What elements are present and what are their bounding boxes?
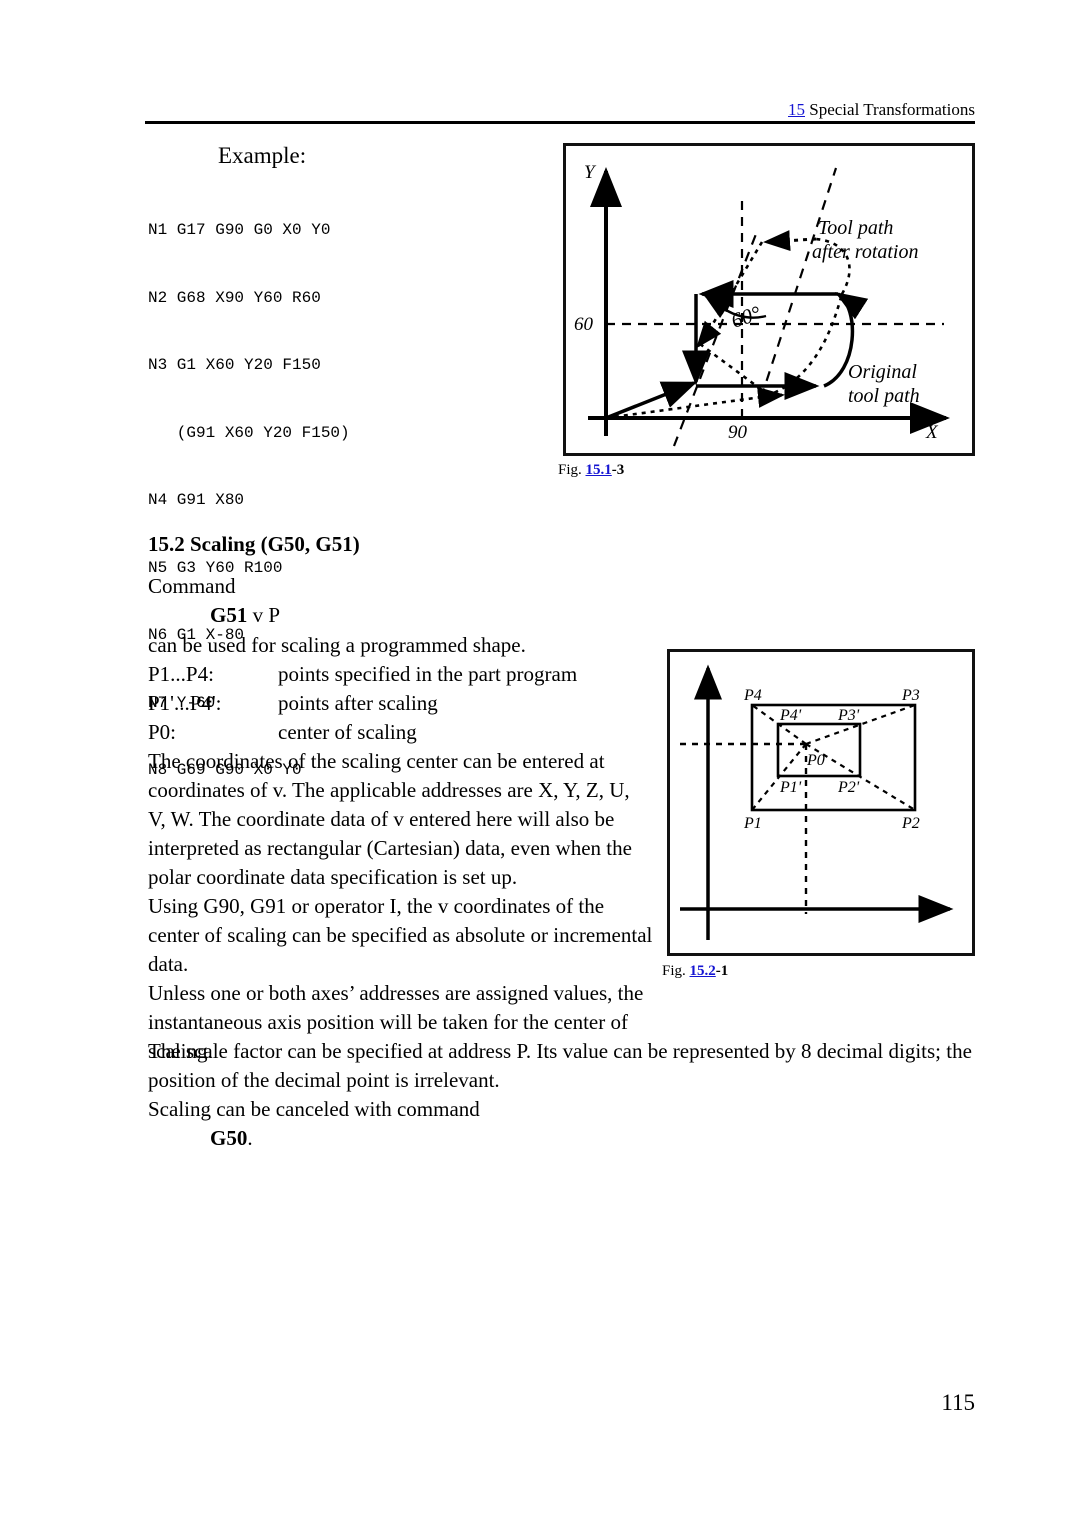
- paragraph-line: instantaneous axis position will be take…: [148, 1010, 628, 1034]
- fig1-annotation-rotated-line2: after rotation: [812, 241, 918, 263]
- command-syntax: G51 v P: [148, 601, 668, 630]
- fig2-label-p1: P1: [743, 815, 762, 832]
- figure1-caption: Fig. 15.1-3: [558, 461, 624, 479]
- code-line: N4 G91 X80: [148, 491, 245, 509]
- example-title: Example:: [218, 143, 307, 168]
- scaling-body-text: can be used for scaling a programmed sha…: [148, 631, 668, 1066]
- definition-row: P1...P4: points specified in the part pro…: [148, 660, 668, 689]
- definition-term: P0:: [148, 720, 177, 744]
- figure2-caption-number: 15.2: [689, 963, 716, 979]
- scale-factor-body-text: The scale factor can be specified at add…: [148, 1037, 978, 1153]
- definition-row: P0: center of scaling: [148, 718, 668, 747]
- figure1-caption-suffix: -3: [611, 462, 625, 478]
- fig1-annotation-original-line2: tool path: [848, 385, 920, 407]
- paragraph-line: polar coordinate data specification is s…: [148, 865, 518, 889]
- figure2-caption-suffix: -1: [715, 963, 729, 979]
- definition-row: P1'...P4': points after scaling: [148, 689, 668, 718]
- code-line: N3 G1 X60 Y20 F150: [148, 356, 321, 374]
- cancel-command: G50.: [148, 1124, 978, 1153]
- rotation-diagram-svg: Y X 60 90 60° Tool path after rotation O…: [574, 162, 950, 447]
- fig1-tick-x-90: 90: [728, 422, 748, 443]
- paragraph-line: data.: [148, 952, 189, 976]
- fig2-label-p2p: P2': [837, 779, 860, 796]
- definition-desc: center of scaling: [278, 720, 417, 744]
- code-line: N2 G68 X90 Y60 R60: [148, 288, 321, 307]
- fig1-y-axis-label: Y: [584, 162, 597, 183]
- figure1-caption-prefix: Fig.: [558, 462, 582, 478]
- paragraph-line: interpreted as rectangular (Cartesian) d…: [148, 836, 632, 860]
- paragraph-line: coordinates of v. The applicable address…: [148, 778, 630, 802]
- fig2-label-p2: P2: [901, 815, 920, 832]
- command-syntax-code: G51: [210, 603, 248, 627]
- header-chapter-number: 15: [788, 100, 805, 119]
- paragraph-line: center of scaling can be specified as ab…: [148, 923, 653, 947]
- code-line: N1 G17 G90 G0 X0 Y0: [148, 221, 331, 239]
- paragraph-line: Unless one or both axes’ addresses are a…: [148, 981, 644, 1005]
- scaling-diagram-svg: P4 P3 P1 P2 P4' P3' P1' P2' P0: [680, 664, 954, 940]
- header-rule: [145, 121, 975, 124]
- fig1-annotation-rotated-line1: Tool path: [818, 217, 893, 239]
- definition-term: P1...P4:: [148, 662, 214, 686]
- cancel-command-period: .: [247, 1126, 253, 1150]
- fig2-label-p0: P0: [806, 752, 825, 769]
- header-chapter-title: Special Transformations: [809, 100, 975, 119]
- fig1-x-axis-label: X: [925, 422, 939, 443]
- definition-desc: points specified in the part program: [278, 662, 578, 686]
- cancel-command-code: G50: [210, 1126, 248, 1150]
- figure1-caption-number: 15.1: [585, 462, 612, 478]
- fig2-label-p3p: P3': [837, 707, 860, 724]
- command-block: Command G51 v P: [148, 572, 668, 630]
- definition-term: P1'...P4':: [148, 691, 222, 715]
- running-header: 15 Special Transformations: [145, 100, 975, 120]
- fig2-label-p1p: P1': [779, 779, 802, 796]
- document-page: 15 Special Transformations Example: N1 G…: [0, 0, 1080, 1525]
- paragraph-line: The coordinates of the scaling center ca…: [148, 749, 605, 773]
- fig1-annotation-original-line1: Original: [848, 361, 917, 383]
- figure2-caption: Fig. 15.2-1: [662, 962, 728, 980]
- fig2-label-p4p: P4': [779, 707, 802, 724]
- scaling-intro-line: can be used for scaling a programmed sha…: [148, 633, 526, 657]
- section-heading: 15.2 Scaling (G50, G51): [148, 532, 360, 556]
- fig1-angle-label: 60°: [728, 301, 764, 333]
- command-label: Command: [148, 574, 236, 598]
- page-number: 115: [941, 1390, 975, 1415]
- figure-rotation-diagram: Y X 60 90 60° Tool path after rotation O…: [563, 143, 975, 456]
- paragraph-line: V, W. The coordinate data of v entered h…: [148, 807, 615, 831]
- paragraph-line: Using G90, G91 or operator I, the v coor…: [148, 894, 605, 918]
- paragraph-line: position of the decimal point is irrelev…: [148, 1068, 500, 1092]
- command-syntax-args: v P: [247, 603, 281, 627]
- code-line: (G91 X60 Y20 F150): [148, 423, 350, 442]
- figure2-caption-prefix: Fig.: [662, 963, 686, 979]
- paragraph-line: Scaling can be canceled with command: [148, 1097, 480, 1121]
- fig2-label-p3: P3: [901, 687, 920, 704]
- fig2-label-p4: P4: [743, 687, 762, 704]
- paragraph-line: The scale factor can be specified at add…: [148, 1039, 972, 1063]
- fig1-tick-y-60: 60: [574, 314, 594, 335]
- definition-desc: points after scaling: [278, 691, 438, 715]
- figure-scaling-diagram: P4 P3 P1 P2 P4' P3' P1' P2' P0: [667, 649, 975, 956]
